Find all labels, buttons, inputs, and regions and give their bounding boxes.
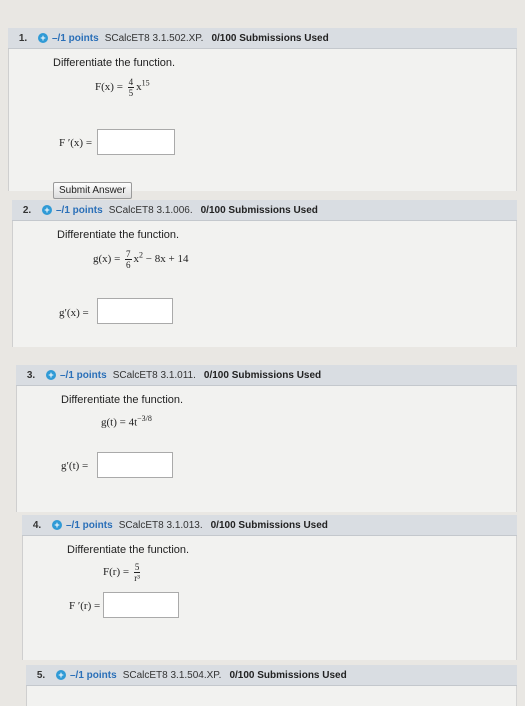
fraction-denominator: 6 — [126, 260, 131, 270]
function-formula: g(x) = 7 6 x2 − 8x + 14 — [93, 249, 188, 270]
answer-input[interactable] — [97, 452, 173, 478]
fraction-numerator: 7 — [125, 249, 132, 260]
question-source: SCalcET8 3.1.006. — [108, 204, 193, 216]
answer-label: g′(x) = — [59, 307, 89, 319]
question-header: 5. + –/1 points SCalcET8 3.1.504.XP. 0/1… — [26, 665, 517, 686]
question-number: 5. — [36, 669, 46, 681]
question-body: Differentiate the function. F(r) = 5 r³ F… — [22, 536, 517, 660]
expand-plus-icon[interactable]: + — [38, 33, 48, 43]
points-link[interactable]: –/1 points — [66, 520, 113, 531]
question-number: 1. — [18, 32, 28, 44]
question-3: 3. + –/1 points SCalcET8 3.1.011. 0/100 … — [16, 365, 517, 512]
points-link[interactable]: –/1 points — [52, 33, 99, 44]
question-4: 4. + –/1 points SCalcET8 3.1.013. 0/100 … — [22, 515, 517, 660]
fraction-denominator: 5 — [128, 88, 134, 98]
points-link[interactable]: –/1 points — [56, 205, 103, 216]
answer-label: g′(t) = — [61, 460, 89, 472]
expand-plus-icon[interactable]: + — [52, 520, 62, 530]
question-source: SCalcET8 3.1.502.XP. — [104, 32, 204, 44]
question-body: Differentiate the function. F(x) = 4 5 x15… — [8, 49, 517, 199]
points-link[interactable]: –/1 points — [60, 370, 107, 381]
formula-lhs: F(r) = — [103, 566, 130, 579]
question-header: 1. + –/1 points SCalcET8 3.1.502.XP. 0/1… — [8, 28, 517, 49]
formula-lhs: g(t) = 4t — [101, 416, 138, 429]
submissions-used: 0/100 Submissions Used — [200, 204, 318, 216]
question-number: 3. — [26, 369, 36, 381]
fraction: 76 — [125, 249, 132, 270]
fraction-numerator: 4 — [127, 77, 135, 88]
question-prompt: Differentiate the function. — [67, 544, 190, 556]
answer-label: F ′(x) = — [59, 137, 93, 149]
question-prompt: Differentiate the function. — [57, 229, 180, 241]
question-number: 4. — [32, 519, 42, 531]
formula-lhs: g(x) = — [93, 253, 121, 266]
question-source: SCalcET8 3.1.504.XP. — [122, 669, 222, 681]
question-prompt: Differentiate the function. — [53, 57, 176, 69]
expand-plus-icon[interactable]: + — [56, 670, 66, 680]
question-body: Differentiate the function. g(t) = 4t−3/… — [16, 386, 517, 512]
fraction: 45 — [127, 77, 135, 98]
question-1: 1. + –/1 points SCalcET8 3.1.502.XP. 0/1… — [8, 28, 517, 199]
formula-tail: − 8x + 14 — [145, 253, 189, 266]
fraction-denominator: r³ — [134, 573, 140, 583]
formula-lhs: F(x) = — [95, 81, 123, 94]
expand-plus-icon[interactable]: + — [42, 205, 52, 215]
function-formula: F(r) = 5 r³ — [103, 562, 142, 583]
fraction: 5 r³ — [133, 562, 141, 583]
question-2: 2. + –/1 points SCalcET8 3.1.006. 0/100 … — [12, 200, 517, 347]
formula-exponent: 15 — [141, 78, 150, 88]
points-link[interactable]: –/1 points — [70, 670, 117, 681]
submissions-used: 0/100 Submissions Used — [203, 369, 322, 381]
question-source: SCalcET8 3.1.013. — [118, 519, 203, 531]
answer-input[interactable] — [103, 592, 179, 618]
answer-input[interactable] — [97, 129, 175, 155]
question-body — [26, 686, 517, 706]
function-formula: g(t) = 4t−3/8 — [101, 414, 152, 429]
answer-label: F ′(r) = — [69, 600, 101, 612]
formula-exponent: 2 — [139, 250, 144, 260]
question-header: 3. + –/1 points SCalcET8 3.1.011. 0/100 … — [16, 365, 517, 386]
formula-exponent: −3/8 — [137, 414, 152, 423]
submissions-used: 0/100 Submissions Used — [211, 32, 329, 44]
question-header: 4. + –/1 points SCalcET8 3.1.013. 0/100 … — [22, 515, 517, 536]
submissions-used: 0/100 Submissions Used — [210, 519, 328, 531]
expand-plus-icon[interactable]: + — [46, 370, 56, 380]
fraction-numerator: 5 — [133, 562, 141, 573]
question-body: Differentiate the function. g(x) = 7 6 x2 … — [12, 221, 517, 347]
submissions-used: 0/100 Submissions Used — [229, 669, 347, 681]
answer-input[interactable] — [97, 298, 173, 324]
question-number: 2. — [22, 204, 32, 216]
question-header: 2. + –/1 points SCalcET8 3.1.006. 0/100 … — [12, 200, 517, 221]
question-prompt: Differentiate the function. — [61, 394, 184, 406]
submit-answer-button[interactable]: Submit Answer — [53, 182, 132, 199]
function-formula: F(x) = 4 5 x15 — [95, 77, 150, 98]
question-source: SCalcET8 3.1.011. — [112, 369, 196, 381]
